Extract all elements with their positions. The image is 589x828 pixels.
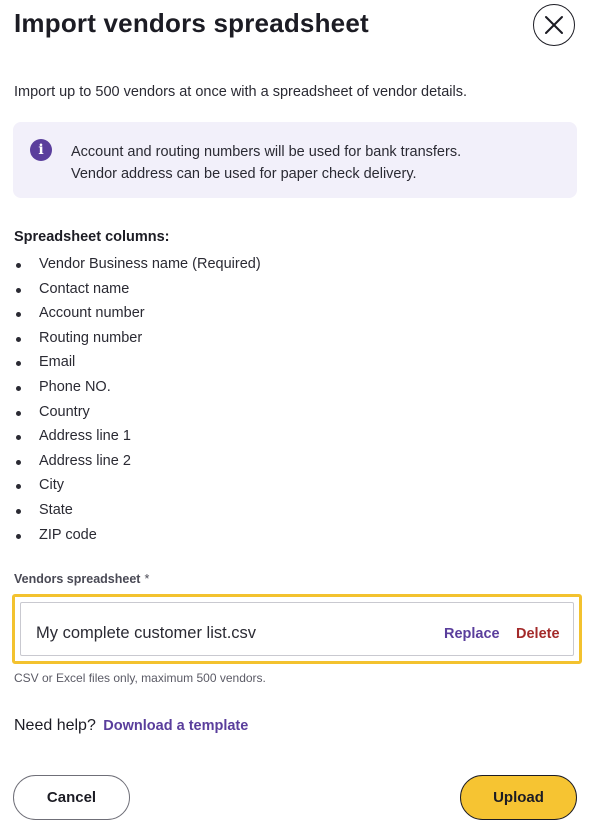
upload-field-label: Vendors spreadsheet * [14, 572, 149, 586]
dialog-title: Import vendors spreadsheet [14, 8, 369, 38]
list-item: State [14, 498, 261, 523]
close-icon [545, 16, 563, 34]
info-icon: i [30, 139, 52, 161]
close-button[interactable] [533, 4, 575, 46]
info-banner-text: Account and routing numbers will be used… [71, 141, 461, 185]
list-item: Address line 1 [14, 424, 261, 449]
intro-text: Import up to 500 vendors at once with a … [14, 84, 467, 100]
upload-button[interactable]: Upload [460, 775, 577, 820]
list-item: Address line 2 [14, 449, 261, 474]
list-item: Contact name [14, 277, 261, 302]
info-banner: i Account and routing numbers will be us… [13, 122, 577, 198]
replace-button[interactable]: Replace [444, 626, 500, 642]
delete-button[interactable]: Delete [516, 626, 560, 642]
file-upload-inner: My complete customer list.csv Replace De… [20, 602, 574, 656]
list-item: Email [14, 350, 261, 375]
list-item: Phone NO. [14, 375, 261, 400]
info-banner-line-1: Account and routing numbers will be used… [71, 144, 462, 160]
columns-heading: Spreadsheet columns: [14, 229, 170, 245]
list-item: ZIP code [14, 523, 261, 548]
file-upload-field[interactable]: My complete customer list.csv Replace De… [12, 594, 582, 664]
upload-helper-text: CSV or Excel files only, maximum 500 ven… [14, 671, 266, 685]
download-template-link[interactable]: Download a template [103, 718, 248, 734]
list-item: City [14, 473, 261, 498]
help-row: Need help? Download a template [14, 717, 248, 735]
upload-field-label-text: Vendors spreadsheet [14, 572, 141, 586]
columns-list: Vendor Business name (Required) Contact … [14, 252, 261, 547]
help-prompt: Need help? [14, 717, 96, 734]
file-name: My complete customer list.csv [36, 624, 257, 642]
list-item: Routing number [14, 326, 261, 351]
list-item: Country [14, 400, 261, 425]
list-item: Account number [14, 301, 261, 326]
info-banner-line-2: Vendor address can be used for paper che… [71, 166, 417, 182]
required-marker: * [144, 572, 150, 586]
cancel-button[interactable]: Cancel [13, 775, 130, 820]
list-item: Vendor Business name (Required) [14, 252, 261, 277]
